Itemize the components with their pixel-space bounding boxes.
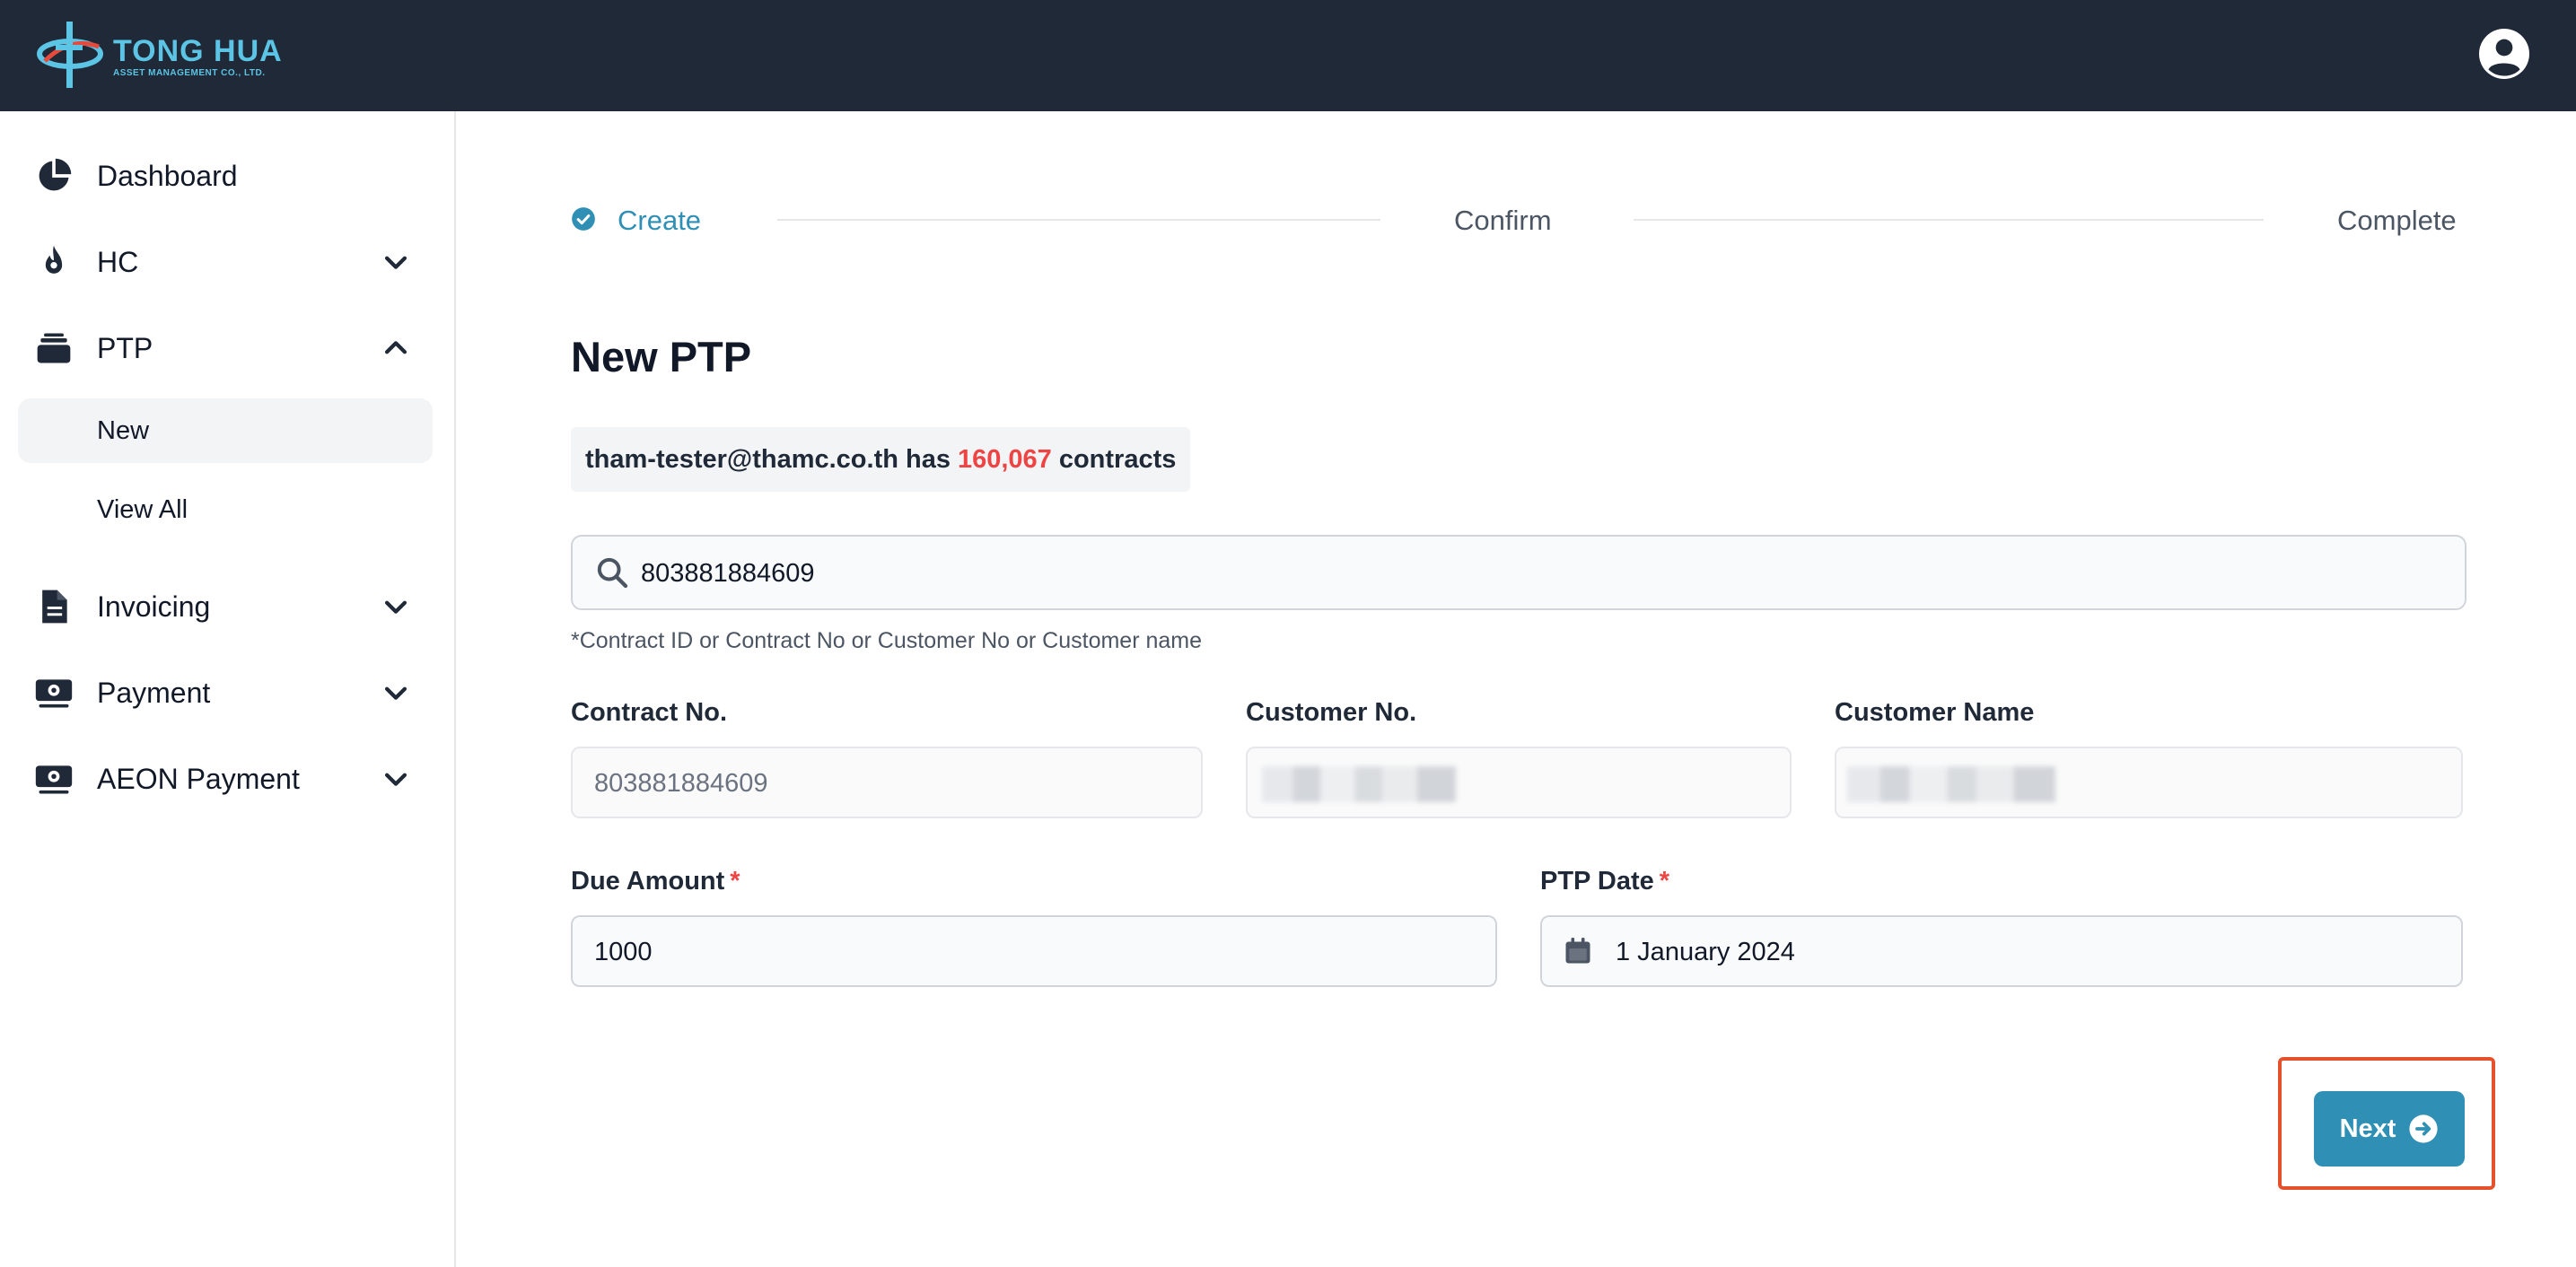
sidebar-item-label: Payment [97, 676, 211, 709]
search-hint: *Contract ID or Contract No or Customer … [571, 628, 1203, 653]
step-create: Create [618, 205, 702, 236]
contract-count-badge: tham-tester@thamc.co.th has 160,067 cont… [571, 427, 1191, 492]
user-account-icon[interactable] [2479, 29, 2529, 79]
chevron-down-icon[interactable] [381, 764, 411, 794]
sidebar-subitem-label: View All [97, 495, 188, 524]
customer-no-label: Customer No. [1246, 698, 1417, 727]
search-icon [597, 557, 628, 589]
customer-name-field [1835, 747, 2463, 818]
ptp-date-label: PTP Date * [1540, 867, 1669, 896]
count-suffix: contracts [1058, 444, 1177, 474]
step-connector [1634, 219, 2264, 221]
main-content: Create Confirm Complete New PTP tham-tes… [456, 111, 2576, 1267]
sidebar-subitem-label: New [97, 416, 150, 445]
fire-icon [40, 245, 67, 275]
arrow-right-circle-icon [2409, 1114, 2439, 1143]
top-bar: TONG HUA ASSET MANAGEMENT CO., LTD. [0, 0, 2576, 111]
contract-no-field [571, 747, 1203, 818]
pie-chart-icon [39, 158, 72, 191]
ptp-date-input[interactable] [1614, 917, 2443, 987]
chevron-down-icon[interactable] [381, 247, 411, 277]
sidebar-item-aeon-payment[interactable]: AEON Payment [0, 745, 454, 813]
sidebar: Dashboard HC PTP New View All Invoicing … [0, 111, 456, 1267]
sidebar-item-ptp[interactable]: PTP [0, 314, 454, 382]
contract-count: 160,067 [957, 444, 1052, 474]
sidebar-item-payment[interactable]: Payment [0, 659, 454, 727]
step-confirm: Confirm [1454, 205, 1552, 236]
required-mark: * [730, 867, 740, 896]
ptp-date-label-text: PTP Date [1540, 867, 1654, 896]
tong-hua-logo-mark-icon [37, 22, 103, 88]
due-amount-label: Due Amount * [571, 867, 740, 896]
required-mark: * [1659, 867, 1670, 896]
stack-icon [37, 333, 71, 363]
step-connector [777, 219, 1380, 221]
sidebar-item-label: Invoicing [97, 590, 211, 623]
chevron-up-icon[interactable] [381, 333, 411, 363]
chevron-down-icon[interactable] [381, 591, 411, 622]
step-complete: Complete [2337, 205, 2457, 236]
contract-search-box[interactable] [571, 535, 2466, 610]
next-button-label: Next [2339, 1114, 2396, 1143]
sidebar-subitem-new[interactable]: New [18, 398, 433, 463]
sidebar-item-label: Dashboard [97, 159, 238, 192]
next-button[interactable]: Next [2314, 1091, 2465, 1167]
cash-icon [35, 765, 73, 794]
sidebar-item-label: HC [97, 245, 139, 278]
check-circle-icon [572, 207, 595, 231]
ptp-date-field[interactable] [1540, 915, 2463, 987]
sidebar-item-label: AEON Payment [97, 762, 300, 795]
redacted-customer-name [1847, 766, 2055, 802]
document-icon [42, 590, 67, 624]
chevron-down-icon[interactable] [381, 677, 411, 708]
cash-icon [35, 679, 73, 708]
sidebar-item-dashboard[interactable]: Dashboard [0, 142, 454, 210]
customer-no-field [1246, 747, 1792, 818]
contract-no-label: Contract No. [571, 698, 727, 727]
redacted-customer-no [1262, 766, 1456, 802]
customer-name-label: Customer Name [1835, 698, 2035, 727]
sidebar-subitem-view-all[interactable]: View All [18, 477, 433, 542]
due-amount-input[interactable] [592, 917, 1476, 987]
due-amount-field[interactable] [571, 915, 1497, 987]
brand-logo[interactable]: TONG HUA ASSET MANAGEMENT CO., LTD. [36, 18, 287, 92]
sidebar-item-label: PTP [97, 331, 153, 364]
page-title: New PTP [571, 333, 752, 380]
brand-name: TONG HUA [113, 34, 283, 68]
sidebar-item-hc[interactable]: HC [0, 228, 454, 296]
due-amount-label-text: Due Amount [571, 867, 725, 896]
brand-subtitle: ASSET MANAGEMENT CO., LTD. [113, 68, 266, 78]
count-prefix: tham-tester@thamc.co.th has [585, 444, 951, 474]
calendar-icon [1565, 938, 1590, 964]
contract-no-input [592, 748, 1188, 818]
sidebar-item-invoicing[interactable]: Invoicing [0, 572, 454, 641]
search-input[interactable] [639, 537, 2420, 610]
